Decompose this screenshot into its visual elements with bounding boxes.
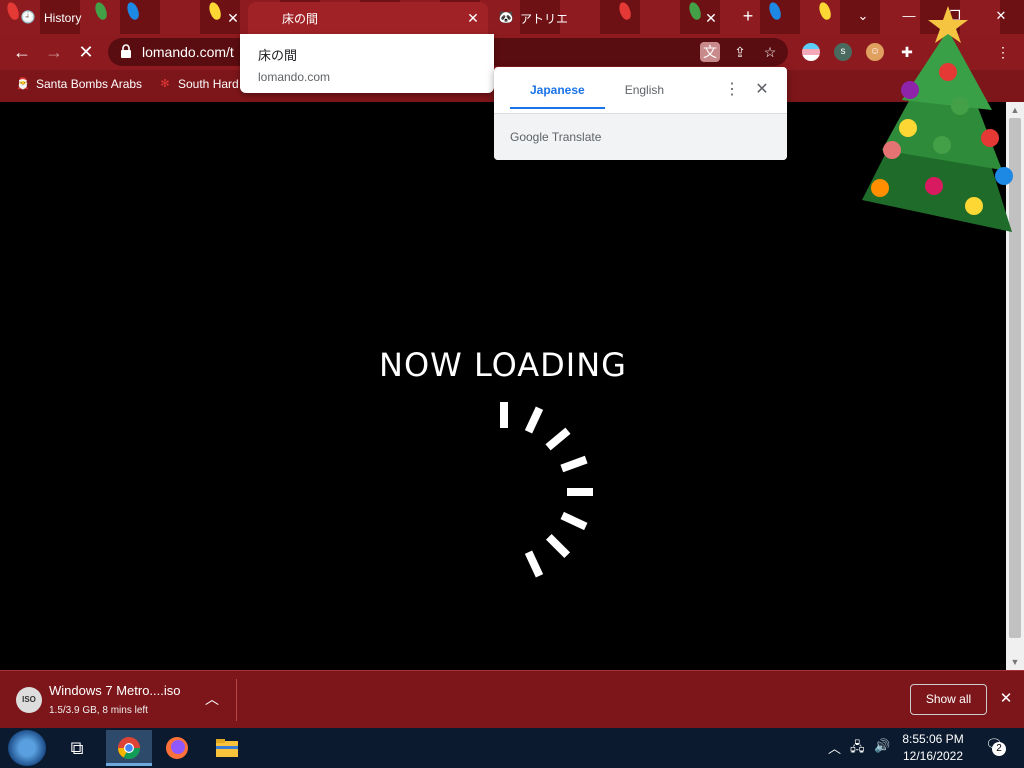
panda-icon: 🐼: [498, 10, 514, 24]
show-hidden-icons-chevron-icon[interactable]: ︿: [828, 738, 841, 757]
bookmark-santa-bombs-arabs[interactable]: 🎅 Santa Bombs Arabs: [16, 77, 142, 91]
download-status: 1.5/3.9 GB, 8 mins left: [49, 705, 148, 716]
santa-icon: 🎅: [16, 78, 30, 90]
hover-card-url: lomando.com: [258, 70, 331, 84]
close-icon[interactable]: ✕: [224, 10, 242, 27]
tab-title: 床の間: [282, 11, 319, 26]
folder-logo: [216, 739, 238, 757]
start-button[interactable]: [8, 730, 46, 766]
chrome-logo: [118, 737, 140, 759]
show-all-button[interactable]: Show all: [910, 684, 987, 715]
close-icon[interactable]: ✕: [754, 79, 770, 99]
translate-icon[interactable]: 文: [700, 42, 720, 62]
bookmark-label: South Hard: [178, 77, 239, 91]
browser-window: 🕘 History ✕ 床の間 ✕ 🐼 アトリエ ✕ + ⌄ — ❐ ✕ ← →…: [0, 0, 1024, 768]
translate-bubble: Japanese English ⋮ ✕ Google Translate: [494, 67, 787, 160]
tab-history[interactable]: 🕘 History ✕: [0, 2, 248, 34]
back-button[interactable]: ←: [10, 40, 34, 64]
light-bulb-decoration: [767, 0, 783, 22]
tab-atelier[interactable]: 🐼 アトリエ ✕: [492, 2, 726, 34]
firefox-logo: [166, 737, 188, 759]
tab-title: アトリエ: [520, 11, 569, 26]
divider: [236, 679, 237, 721]
clock-date: 12/16/2022: [902, 749, 964, 763]
url-text: lomando.com/t: [142, 44, 234, 60]
lock-icon: [121, 44, 131, 58]
tab-hover-card: 床の間 lomando.com: [240, 34, 494, 93]
tab-source-language[interactable]: Japanese: [510, 75, 605, 109]
system-clock[interactable]: 8:55:06 PM 12/16/2022: [898, 731, 968, 765]
file-explorer-icon[interactable]: [204, 730, 250, 766]
taskbar: ⧉ ︿ 🖧 🔊 8:55:06 PM 12/16/2022 2: [0, 728, 1024, 768]
bookmark-label: Santa Bombs Arabs: [36, 77, 143, 91]
bookmark-south-hard[interactable]: ✻ South Hard: [158, 77, 239, 91]
spinner-segment: [560, 511, 588, 531]
stop-button[interactable]: ✕: [74, 40, 98, 64]
spinner-segment: [560, 455, 588, 473]
light-bulb-decoration: [817, 0, 833, 22]
scroll-down-arrow-icon[interactable]: ▼: [1010, 657, 1020, 667]
download-file-name[interactable]: Windows 7 Metro....iso: [49, 683, 181, 698]
more-options-icon[interactable]: ⋮: [724, 79, 740, 99]
notification-count-badge: 2: [992, 742, 1006, 756]
new-tab-button[interactable]: +: [738, 6, 758, 26]
tab-target-language[interactable]: English: [605, 75, 684, 109]
chrome-icon[interactable]: [106, 730, 152, 766]
translate-language-tabs: Japanese English: [510, 75, 684, 109]
spinner-segment: [545, 533, 571, 559]
forward-button[interactable]: →: [42, 40, 66, 64]
network-icon[interactable]: 🖧: [850, 738, 865, 760]
spinner-segment: [567, 488, 593, 496]
tab-tokonoma[interactable]: 床の間 ✕: [248, 2, 488, 34]
spinner-segment: [524, 406, 544, 434]
history-icon: 🕘: [20, 10, 36, 24]
christmas-tree-decoration: [862, 6, 1013, 232]
volume-icon[interactable]: 🔊: [874, 738, 890, 754]
spinner-segment: [545, 427, 571, 451]
flag-extension-icon[interactable]: [802, 43, 820, 61]
firefox-icon[interactable]: [154, 730, 200, 766]
bookmark-star-icon[interactable]: ☆: [760, 42, 780, 62]
clock-time: 8:55:06 PM: [902, 732, 964, 746]
spinner-segment: [500, 402, 508, 428]
task-view-icon[interactable]: ⧉: [54, 730, 100, 766]
close-icon[interactable]: ✕: [998, 689, 1014, 707]
share-icon[interactable]: ⇪: [730, 42, 750, 62]
iso-file-icon: ISO: [16, 687, 42, 713]
snowflake-icon: ✻: [160, 78, 170, 90]
hover-card-title: 床の間: [258, 48, 298, 63]
close-icon[interactable]: ✕: [464, 10, 482, 27]
close-icon[interactable]: ✕: [702, 10, 720, 27]
tab-title: History: [44, 11, 82, 25]
omnibox-actions: 文 ⇪ ☆: [700, 42, 780, 62]
s-extension-icon[interactable]: s: [834, 43, 852, 61]
translate-footer: Google Translate: [494, 114, 787, 160]
spinner-segment: [524, 550, 544, 578]
chevron-up-icon[interactable]: ︿: [204, 689, 220, 709]
download-shelf: ISO Windows 7 Metro....iso 1.5/3.9 GB, 8…: [0, 670, 1024, 728]
google-translate-brand: Google Translate: [510, 130, 602, 144]
